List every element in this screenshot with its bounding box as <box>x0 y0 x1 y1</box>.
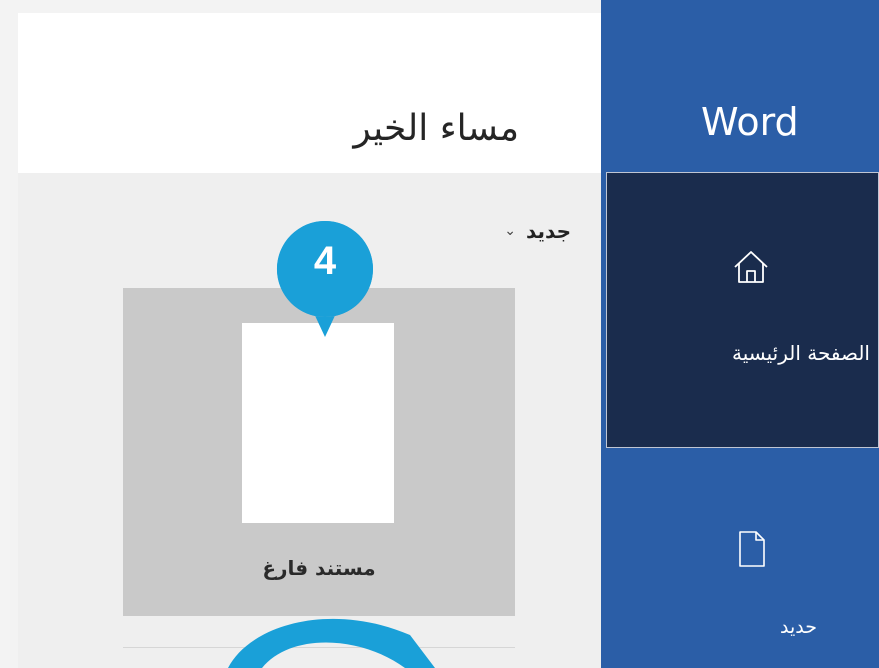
sidebar-item-new-label: حديد <box>780 616 817 638</box>
chevron-down-icon: ⌄ <box>504 223 516 239</box>
step-number: 4 <box>313 239 337 283</box>
greeting-text: مساء الخير <box>353 108 519 149</box>
header-panel: مساء الخير <box>18 13 601 173</box>
sidebar: Word الصفحة الرئيسية حديد <box>601 0 879 668</box>
sidebar-item-home-label: الصفحة الرئيسية <box>732 341 870 365</box>
blank-document-thumbnail <box>242 323 394 523</box>
sidebar-item-new[interactable]: حديد <box>606 448 879 668</box>
new-section-title: جديد <box>525 219 571 243</box>
app-title: Word <box>701 100 799 144</box>
blank-document-label: مستند فارغ <box>262 556 376 580</box>
highlight-arc <box>228 618 435 668</box>
step-4-badge: 4 <box>273 217 377 341</box>
home-icon <box>733 250 769 288</box>
sidebar-item-home[interactable]: الصفحة الرئيسية <box>606 172 879 448</box>
new-section-toggle[interactable]: جديد ⌄ <box>504 219 571 243</box>
new-document-icon <box>738 530 766 572</box>
